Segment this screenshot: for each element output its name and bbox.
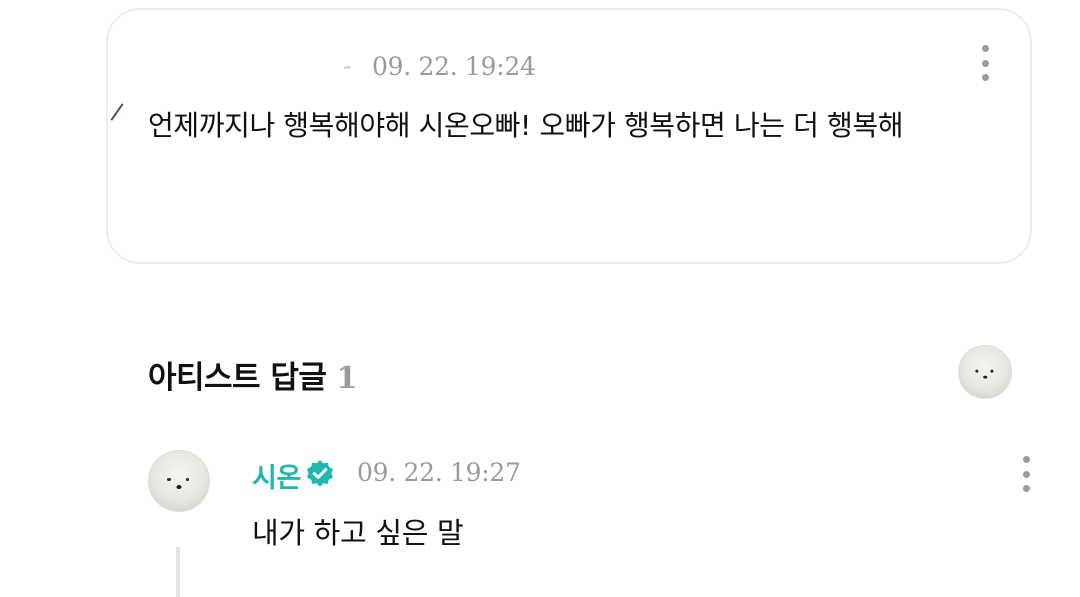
reply-date: 09. 22. 19:27 [357, 458, 521, 487]
thread-line [176, 547, 180, 597]
verified-badge-icon [307, 460, 333, 487]
avatar[interactable] [958, 345, 1012, 399]
comment-date: 09. 22. 19:24 [372, 52, 536, 81]
reply-text: 내가 하고 싶은 말 [252, 516, 464, 550]
comment-text: 언제까지나 행복해야해 시온오빠! 오빠가 행복하면 나는 더 행복해 [148, 109, 904, 142]
artist-replies-header: 아티스트 답글 1 [148, 352, 357, 397]
reply-author-avatar[interactable] [148, 450, 210, 512]
more-options-icon[interactable] [980, 45, 990, 81]
comment-detail-page: 09. 22. 19:24 언제까지나 행복해야해 시온오빠! 오빠가 행복하면… [0, 0, 1080, 597]
cropped-username-edge [344, 66, 350, 69]
reply-more-options-icon[interactable] [1021, 456, 1031, 492]
reply-author-name[interactable]: 시온 [252, 456, 301, 495]
fan-comment-card: 09. 22. 19:24 언제까지나 행복해야해 시온오빠! 오빠가 행복하면… [106, 8, 1032, 264]
artist-replies-title: 아티스트 답글 [148, 360, 327, 396]
artist-replies-count: 1 [336, 361, 357, 396]
cropped-avatar-edge [110, 103, 124, 121]
